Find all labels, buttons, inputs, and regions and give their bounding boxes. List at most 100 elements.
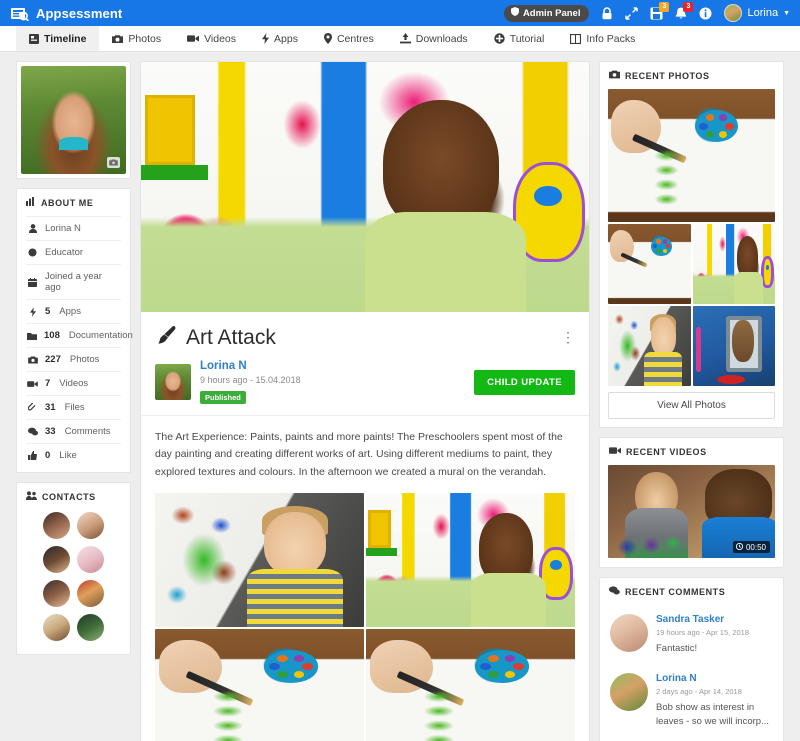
- tab-videos[interactable]: Videos: [174, 26, 249, 51]
- about-row-label: Photos: [69, 354, 100, 365]
- app-title: Appsessment: [36, 5, 123, 21]
- comment-timestamp: 19 hours ago - Apr 15, 2018: [656, 628, 749, 637]
- about-row-value: 31: [45, 402, 56, 413]
- avatar[interactable]: [43, 546, 70, 573]
- contacts-title: CONTACTS: [42, 491, 96, 502]
- tab-label: Timeline: [44, 32, 87, 45]
- recent-comments-title: RECENT COMMENTS: [625, 586, 726, 597]
- download-icon: [399, 33, 411, 44]
- tab-label: Apps: [274, 32, 298, 45]
- recent-photos-card: RECENT PHOTOS View All Photos: [599, 61, 784, 428]
- user-menu[interactable]: Lorina ▼: [724, 4, 790, 22]
- comment-author[interactable]: Sandra Tasker: [656, 614, 749, 625]
- comment-content: Lorina N 2 days ago - Apr 14, 2018 Bob s…: [656, 673, 773, 730]
- comment-author[interactable]: Lorina N: [656, 673, 773, 684]
- top-bar-actions: Admin Panel 3 3 Lorina ▼: [503, 1, 790, 22]
- user-name: Lorina: [747, 7, 779, 19]
- post-card: Art Attack ⋮ Lorina N 9 hours ago - 15.0…: [140, 61, 590, 741]
- lock-icon[interactable]: [601, 6, 613, 20]
- about-row-files: 31 Files: [26, 395, 121, 419]
- video-duration-text: 00:50: [745, 542, 766, 552]
- post-hero-image[interactable]: [141, 62, 589, 312]
- video-icon: [609, 446, 621, 457]
- tab-tutorial[interactable]: Tutorial: [481, 26, 558, 51]
- view-all-photos-button[interactable]: View All Photos: [608, 392, 775, 419]
- chart-icon: [26, 197, 36, 208]
- tab-downloads[interactable]: Downloads: [387, 26, 481, 51]
- recent-comments-card: RECENT COMMENTS Sandra Tasker 19 hours a…: [599, 577, 784, 741]
- comment-text: Bob show as interest in leaves - so we w…: [656, 701, 769, 728]
- about-row-label: Like: [59, 450, 77, 461]
- avatar[interactable]: [77, 512, 104, 539]
- bolt-icon: [27, 306, 38, 317]
- about-row-joined: Joined a year ago: [26, 264, 121, 299]
- calendar-icon: [27, 277, 38, 287]
- right-sidebar: RECENT PHOTOS View All Photos RECENT VID…: [599, 61, 784, 741]
- about-row-like: 0 Like: [26, 443, 121, 467]
- avatar: [610, 614, 648, 652]
- change-photo-icon[interactable]: [107, 157, 120, 168]
- post-photo-4[interactable]: [366, 628, 575, 741]
- video-thumbnail[interactable]: 00:50: [608, 465, 775, 558]
- recent-photo-2[interactable]: [608, 224, 691, 304]
- recent-photo-1[interactable]: [608, 89, 775, 222]
- post-photo-3[interactable]: [155, 628, 364, 741]
- profile-photo-card[interactable]: [16, 61, 131, 179]
- circle-icon: [27, 248, 38, 257]
- about-row-videos: 7 Videos: [26, 371, 121, 395]
- post-header: Art Attack ⋮: [141, 312, 589, 351]
- recent-videos-body: 00:50: [600, 465, 783, 567]
- post-photo-1[interactable]: [155, 492, 364, 627]
- avatar[interactable]: [77, 546, 104, 573]
- tab-label: Videos: [204, 32, 237, 45]
- avatar[interactable]: [43, 614, 70, 641]
- post-author-name[interactable]: Lorina N: [200, 360, 301, 372]
- top-bar: Appsessment Admin Panel 3 3 Lorina ▼: [0, 0, 800, 26]
- timeline-icon: [29, 33, 39, 44]
- shield-icon: [510, 7, 519, 19]
- recent-photo-4[interactable]: [608, 306, 691, 386]
- tab-info-packs[interactable]: Info Packs: [557, 26, 648, 51]
- about-row-label: Documentation: [68, 330, 133, 341]
- pin-icon: [323, 33, 332, 44]
- about-row-value: 5: [45, 306, 51, 317]
- post-body-text: The Art Experience: Paints, paints and m…: [141, 415, 589, 493]
- about-row-label: Educator: [45, 247, 84, 258]
- recent-videos-header: RECENT VIDEOS: [600, 438, 783, 465]
- profile-photo: [21, 66, 126, 174]
- recent-photo-5[interactable]: [692, 306, 775, 386]
- kebab-menu-icon[interactable]: ⋮: [561, 325, 575, 344]
- comment-icon: [27, 427, 38, 436]
- about-row-role: Educator: [26, 240, 121, 264]
- bell-badge: 3: [683, 1, 694, 12]
- child-update-button[interactable]: CHILD UPDATE: [474, 369, 575, 395]
- recent-comments-header: RECENT COMMENTS: [600, 578, 783, 605]
- camera-icon: [609, 70, 620, 81]
- main-content: Art Attack ⋮ Lorina N 9 hours ago - 15.0…: [140, 61, 590, 741]
- about-row-value: 108: [44, 330, 60, 341]
- bell-icon[interactable]: 3: [675, 1, 694, 20]
- folder-icon: [27, 332, 37, 340]
- admin-panel-button[interactable]: Admin Panel: [503, 4, 590, 22]
- expand-icon[interactable]: [625, 6, 639, 20]
- avatar[interactable]: [77, 614, 104, 641]
- avatar[interactable]: [43, 580, 70, 607]
- paperclip-icon: [27, 403, 38, 412]
- tab-apps[interactable]: Apps: [249, 26, 311, 51]
- recent-photo-3[interactable]: [692, 224, 775, 304]
- avatar[interactable]: [43, 512, 70, 539]
- save-icon[interactable]: 3: [650, 1, 670, 20]
- video-duration-badge: 00:50: [733, 541, 770, 553]
- tab-centres[interactable]: Centres: [311, 26, 387, 51]
- post-photo-2[interactable]: [366, 492, 575, 627]
- app-logo-icon: [8, 5, 30, 21]
- tab-timeline[interactable]: Timeline: [16, 26, 100, 51]
- tab-label: Downloads: [415, 32, 468, 45]
- tab-photos[interactable]: Photos: [99, 26, 174, 51]
- list-item: Sandra Tasker 19 hours ago - Apr 15, 201…: [610, 607, 773, 666]
- comment-icon: [609, 586, 620, 597]
- info-icon[interactable]: [699, 7, 712, 20]
- recent-photos-title: RECENT PHOTOS: [625, 70, 710, 81]
- avatar[interactable]: [77, 580, 104, 607]
- about-row-label: Videos: [59, 378, 89, 389]
